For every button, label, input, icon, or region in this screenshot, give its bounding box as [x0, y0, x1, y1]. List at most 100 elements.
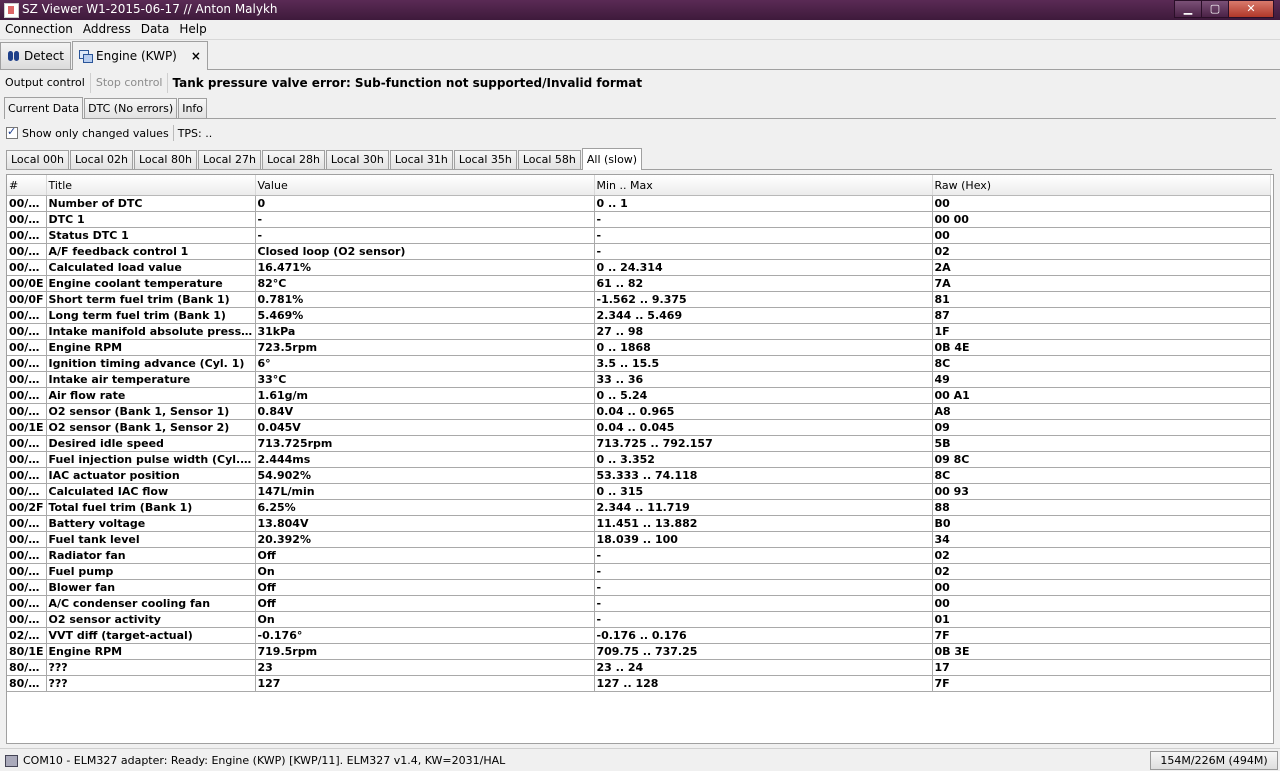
status-bar: COM10 - ELM327 adapter: Ready: Engine (K…: [0, 748, 1280, 771]
tab-info[interactable]: Info: [178, 98, 208, 118]
tab-engine-kwp[interactable]: Engine (KWP) ×: [72, 41, 208, 70]
tab-dtc[interactable]: DTC (No errors): [84, 98, 178, 118]
table-row[interactable]: 00/2B Calculated IAC flow 147L/min 0 .. 315…: [7, 483, 1271, 500]
cell-min-max: 0 .. 24.314: [594, 259, 933, 276]
cell-value: 723.5rpm: [255, 339, 595, 356]
table-row[interactable]: 00/41 Radiator fan Off -02: [7, 547, 1271, 564]
tab-local-30h[interactable]: Local 30h: [325, 150, 389, 169]
cell-min-max: -: [594, 563, 933, 580]
table-row[interactable]: 80/10??? 23 23 .. 24 17: [7, 659, 1271, 676]
cell-raw-hex: 7A: [932, 275, 1271, 292]
cell-value: -0.176°: [255, 627, 595, 644]
show-changed-label[interactable]: Show only changed values: [22, 127, 169, 140]
col-min-max[interactable]: Min .. Max: [594, 175, 933, 196]
col-value[interactable]: Value: [255, 175, 595, 196]
cell-value: 2.444ms: [255, 451, 595, 468]
table-row[interactable]: 00/2F Total fuel trim (Bank 1) 6.25% 2.344 …: [7, 499, 1271, 516]
cell-title: Air flow rate: [46, 387, 256, 404]
table-row[interactable]: 00/0D Calculated load value 16.471% 0 .. 24…: [7, 259, 1271, 276]
cell-number: 80/10: [7, 659, 47, 676]
table-row[interactable]: 00/01 DTC 1- -00 00: [7, 211, 1271, 228]
table-row[interactable]: 00/41 Fuel pump On -02: [7, 563, 1271, 580]
show-changed-checkbox[interactable]: [6, 125, 18, 139]
tab-current-data[interactable]: Current Data: [4, 97, 84, 119]
cell-title: DTC 1: [46, 211, 256, 228]
cell-raw-hex: 00 93: [932, 483, 1271, 500]
cell-min-max: 0 .. 315: [594, 483, 933, 500]
minimize-button[interactable]: ▁: [1174, 0, 1202, 18]
cell-title: Ignition timing advance (Cyl. 1): [46, 355, 256, 372]
col-number[interactable]: #: [7, 175, 47, 196]
menu-address[interactable]: Address: [78, 20, 136, 39]
col-raw-hex[interactable]: Raw (Hex): [932, 175, 1271, 196]
tab-local-31h[interactable]: Local 31h: [389, 150, 453, 169]
separator: [172, 125, 174, 141]
table-row[interactable]: 00/00 Number of DTC 0 0 .. 1 00: [7, 195, 1271, 212]
tab-local-35h[interactable]: Local 35h: [453, 150, 517, 169]
table-row[interactable]: 00/34 Fuel tank level 20.392% 18.039 .. 100…: [7, 531, 1271, 548]
table-row[interactable]: 00/14 Engine RPM 723.5rpm 0 .. 1868 0B 4E: [7, 339, 1271, 356]
close-window-button[interactable]: ✕: [1228, 0, 1274, 18]
cell-title: Fuel pump: [46, 563, 256, 580]
tab-all-slow[interactable]: All (slow): [581, 148, 643, 170]
table-row[interactable]: 00/43 A/C condenser cooling fan Off -00: [7, 595, 1271, 612]
tab-local-02h[interactable]: Local 02h: [69, 150, 133, 169]
table-row[interactable]: 00/44 O2 sensor activity On -01: [7, 611, 1271, 628]
menu-help[interactable]: Help: [174, 20, 211, 39]
cell-value: 0.84V: [255, 403, 595, 420]
close-tab-icon[interactable]: ×: [191, 49, 201, 63]
table-row[interactable]: 00/31 Battery voltage 13.804V 11.451 .. 13.…: [7, 515, 1271, 532]
cell-value: 147L/min: [255, 483, 595, 500]
table-row[interactable]: 00/1D O2 sensor (Bank 1, Sensor 1) 0.84V 0.…: [7, 403, 1271, 420]
table-row[interactable]: 00/0B A/F feedback control 1 Closed loop (…: [7, 243, 1271, 260]
tab-local-28h[interactable]: Local 28h: [261, 150, 325, 169]
cell-min-max: -: [594, 211, 933, 228]
table-row[interactable]: 00/18 Intake air temperature 33°C 33 .. 36 4…: [7, 371, 1271, 388]
table-row[interactable]: 00/0F Short term fuel trim (Bank 1) 0.781%…: [7, 291, 1271, 308]
table-row[interactable]: 00/25 Fuel injection pulse width (Cyl. 1,…: [7, 451, 1271, 468]
adapter-icon: [5, 754, 18, 767]
cell-title: IAC actuator position: [46, 467, 256, 484]
table-row[interactable]: 00/19 Air flow rate 1.61g/m 0 .. 5.24 00 A1: [7, 387, 1271, 404]
table-row[interactable]: 00/10 Long term fuel trim (Bank 1) 5.469% 2…: [7, 307, 1271, 324]
table-row[interactable]: 00/43 Blower fan Off -00: [7, 579, 1271, 596]
table-row[interactable]: 00/2A IAC actuator position 54.902% 53.333 …: [7, 467, 1271, 484]
table-row[interactable]: 00/0E Engine coolant temperature 82°C 61 ..…: [7, 275, 1271, 292]
stop-control-button[interactable]: Stop control: [91, 73, 169, 93]
table-row[interactable]: 02/13 VVT diff (target-actual) -0.176° -0.1…: [7, 627, 1271, 644]
menu-connection[interactable]: Connection: [0, 20, 78, 39]
cell-raw-hex: 02: [932, 243, 1271, 260]
table-row[interactable]: 00/1E O2 sensor (Bank 1, Sensor 2) 0.045V 0…: [7, 419, 1271, 436]
cell-value: 0.045V: [255, 419, 595, 436]
col-title[interactable]: Title: [46, 175, 256, 196]
cell-min-max: -: [594, 595, 933, 612]
table-row[interactable]: 00/13 Intake manifold absolute pressure 31…: [7, 323, 1271, 340]
tab-local-58h[interactable]: Local 58h: [517, 150, 581, 169]
cell-title: VVT diff (target-actual): [46, 627, 256, 644]
table-row[interactable]: 80/13??? 127 127 .. 128 7F: [7, 675, 1271, 692]
cell-min-max: 0 .. 5.24: [594, 387, 933, 404]
table-row[interactable]: 00/23 Desired idle speed 713.725rpm 713.725…: [7, 435, 1271, 452]
memory-indicator[interactable]: 154M/226M (494M): [1150, 751, 1278, 770]
cell-raw-hex: 02: [932, 563, 1271, 580]
tab-detect[interactable]: Detect: [0, 42, 72, 69]
cell-raw-hex: 00: [932, 595, 1271, 612]
tab-local-00h[interactable]: Local 00h: [6, 150, 69, 169]
tab-local-27h[interactable]: Local 27h: [197, 150, 261, 169]
table-row[interactable]: 80/1E Engine RPM 719.5rpm 709.75 .. 737.25 0…: [7, 643, 1271, 660]
cell-number: 00/25: [7, 451, 47, 468]
cell-raw-hex: 7F: [932, 675, 1271, 692]
cell-raw-hex: A8: [932, 403, 1271, 420]
cell-title: Engine RPM: [46, 643, 256, 660]
cell-raw-hex: 81: [932, 291, 1271, 308]
table-row[interactable]: 00/03 Status DTC 1- -00: [7, 227, 1271, 244]
table-row[interactable]: 00/17 Ignition timing advance (Cyl. 1) 6° 3…: [7, 355, 1271, 372]
output-control-button[interactable]: Output control: [0, 73, 91, 93]
cell-number: 02/13: [7, 627, 47, 644]
cell-title: Intake air temperature: [46, 371, 256, 388]
menu-data[interactable]: Data: [136, 20, 175, 39]
maximize-button[interactable]: ▢: [1201, 0, 1229, 18]
tab-local-80h[interactable]: Local 80h: [133, 150, 197, 169]
cell-title: Desired idle speed: [46, 435, 256, 452]
cell-value: 713.725rpm: [255, 435, 595, 452]
